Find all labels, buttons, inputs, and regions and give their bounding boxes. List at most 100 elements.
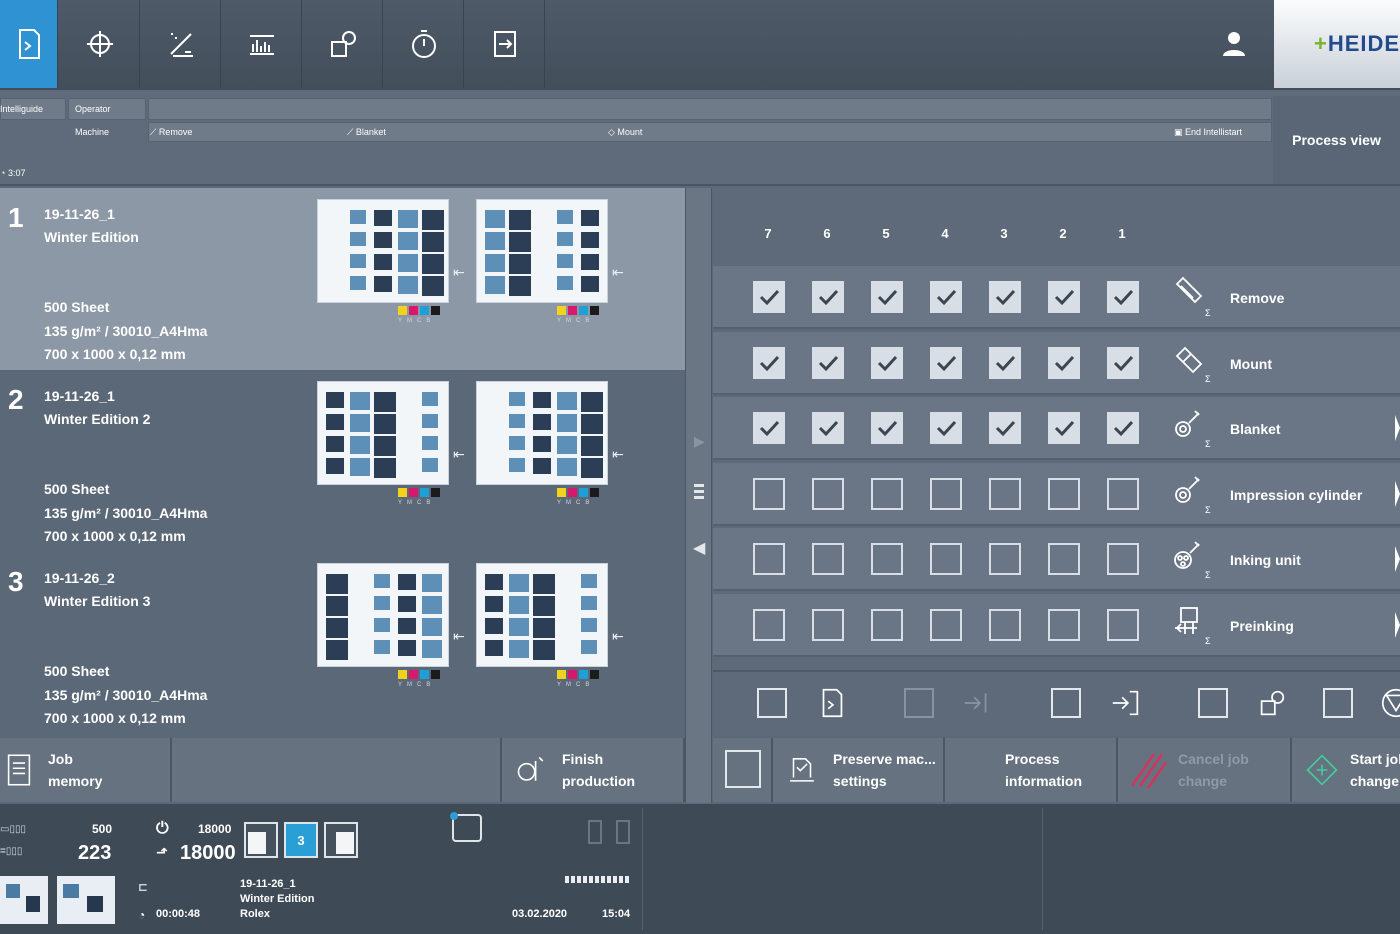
plate-in-option-button[interactable] <box>1109 686 1145 722</box>
unit-checkbox[interactable] <box>812 346 844 379</box>
more-option-button[interactable] <box>1379 686 1400 722</box>
unit-checkbox[interactable] <box>812 477 844 510</box>
mini-thumb-front[interactable] <box>0 876 48 924</box>
collapse-left-icon[interactable]: ◀ <box>693 538 705 558</box>
ink-zone-nav-button[interactable] <box>141 0 221 88</box>
unit-checkbox[interactable] <box>812 281 844 313</box>
unit-checkbox[interactable] <box>871 543 903 576</box>
unit-checkbox[interactable] <box>812 609 844 641</box>
unit-checkbox[interactable] <box>930 412 962 445</box>
unit-checkbox[interactable] <box>753 346 785 379</box>
unit-checkbox[interactable] <box>753 543 785 576</box>
cancel-job-change-button[interactable]: Cancel job change <box>1118 738 1292 802</box>
row-expand-arrow-icon[interactable] <box>1395 480 1400 507</box>
job-preview-front[interactable] <box>317 381 449 485</box>
unit-checkbox[interactable] <box>989 609 1021 641</box>
unit-checkbox[interactable] <box>871 609 903 641</box>
drag-handle-icon[interactable] <box>694 484 704 499</box>
unit-checkbox[interactable] <box>812 412 844 445</box>
transfer-option-button[interactable] <box>961 686 997 722</box>
timer-nav-button[interactable] <box>384 0 464 88</box>
job-preview-front[interactable] <box>317 563 449 667</box>
row-expand-arrow-icon[interactable] <box>1395 612 1400 638</box>
option-checkbox-1[interactable] <box>757 688 787 718</box>
job-preview-back[interactable] <box>476 199 608 303</box>
cmyk-swatch <box>568 488 577 497</box>
process-information-button[interactable]: Process information <box>945 738 1118 802</box>
start-job-change-button[interactable]: Start job change <box>1292 738 1400 802</box>
color-measure-nav-button[interactable] <box>303 0 383 88</box>
job-option-button[interactable] <box>815 686 851 722</box>
select-all-checkbox-button[interactable] <box>713 738 773 802</box>
unit-checkbox[interactable] <box>1107 412 1139 445</box>
job-preview-front[interactable] <box>317 199 449 303</box>
select-all-checkbox[interactable] <box>725 750 761 788</box>
unit-checkbox[interactable] <box>1048 412 1080 445</box>
unit-checkbox[interactable] <box>1048 609 1080 641</box>
delivery-pile-left[interactable] <box>244 822 278 858</box>
unit-checkbox[interactable] <box>989 477 1021 510</box>
sync-icon[interactable] <box>450 812 482 842</box>
unit-checkbox[interactable] <box>1048 346 1080 379</box>
option-checkbox-5[interactable] <box>1323 688 1353 718</box>
unit-checkbox[interactable] <box>871 477 903 510</box>
unit-checkbox[interactable] <box>930 543 962 576</box>
unit-checkbox[interactable] <box>1107 477 1139 510</box>
unit-checkbox[interactable] <box>989 281 1021 313</box>
delivery-pile-right[interactable] <box>324 822 358 858</box>
job-preview-back[interactable] <box>476 563 608 667</box>
unit-checkbox[interactable] <box>871 412 903 445</box>
panel-divider[interactable]: ▶ ◀ <box>685 188 712 803</box>
unit-checkbox[interactable] <box>1107 281 1139 313</box>
unit-checkbox[interactable] <box>753 477 785 510</box>
user-button[interactable] <box>1194 0 1274 88</box>
option-checkbox-4[interactable] <box>1198 688 1228 718</box>
comment-icon[interactable]: ⊏ <box>138 880 148 894</box>
unit-checkbox[interactable] <box>930 281 962 313</box>
job-sheets: 500 Sheet <box>44 481 110 497</box>
unit-checkbox[interactable] <box>1048 281 1080 313</box>
color-option-button[interactable] <box>1255 686 1291 722</box>
step-mount[interactable]: ◇ Mount <box>608 127 642 138</box>
step-end-intellistart[interactable]: ▣ End Intellistart <box>1174 127 1242 138</box>
register-nav-button[interactable] <box>60 0 140 88</box>
unit-checkbox[interactable] <box>1048 477 1080 510</box>
mini-thumb-back[interactable] <box>57 876 115 924</box>
job-card[interactable]: 1 19-11-26_1 Winter Edition 500 Sheet 13… <box>0 188 685 370</box>
unit-checkbox[interactable] <box>871 281 903 313</box>
unit-checkbox[interactable] <box>753 281 785 313</box>
pile-indicator[interactable]: 3 <box>284 822 318 858</box>
step-remove[interactable]: ⟋ Remove <box>150 127 192 138</box>
unit-checkbox[interactable] <box>871 346 903 379</box>
unit-checkbox[interactable] <box>753 609 785 641</box>
unit-checkbox[interactable] <box>1107 346 1139 379</box>
plate-change-nav-button[interactable] <box>465 0 545 88</box>
unit-checkbox[interactable] <box>989 412 1021 445</box>
expand-right-icon[interactable]: ▶ <box>694 433 705 450</box>
finish-production-button[interactable]: Finish production <box>502 738 685 802</box>
unit-checkbox[interactable] <box>989 543 1021 576</box>
job-nav-button[interactable] <box>0 0 58 88</box>
unit-checkbox[interactable] <box>930 477 962 510</box>
job-memory-button[interactable]: Job memory <box>0 738 172 802</box>
unit-checkbox[interactable] <box>930 346 962 379</box>
cmyk-swatches <box>398 670 440 679</box>
ink-profile-nav-button[interactable] <box>222 0 302 88</box>
unit-checkbox[interactable] <box>1107 543 1139 576</box>
process-view-button[interactable]: Process view <box>1273 96 1400 184</box>
option-checkbox-3[interactable] <box>1051 688 1081 718</box>
job-preview-back[interactable] <box>476 381 608 485</box>
option-checkbox-2[interactable] <box>904 688 934 718</box>
unit-checkbox[interactable] <box>753 412 785 445</box>
unit-checkbox[interactable] <box>930 609 962 641</box>
preserve-settings-button[interactable]: Preserve mac... settings <box>773 738 945 802</box>
row-expand-arrow-icon[interactable] <box>1395 415 1400 442</box>
unit-checkbox[interactable] <box>1107 609 1139 641</box>
unit-checkbox[interactable] <box>989 346 1021 379</box>
job-card[interactable]: 2 19-11-26_1 Winter Edition 2 500 Sheet … <box>0 370 685 552</box>
unit-checkbox[interactable] <box>1048 543 1080 576</box>
unit-checkbox[interactable] <box>812 543 844 576</box>
row-expand-arrow-icon[interactable] <box>1395 546 1400 573</box>
job-card[interactable]: 3 19-11-26_2 Winter Edition 3 500 Sheet … <box>0 552 685 734</box>
step-blanket[interactable]: ⟋ Blanket <box>347 127 386 138</box>
